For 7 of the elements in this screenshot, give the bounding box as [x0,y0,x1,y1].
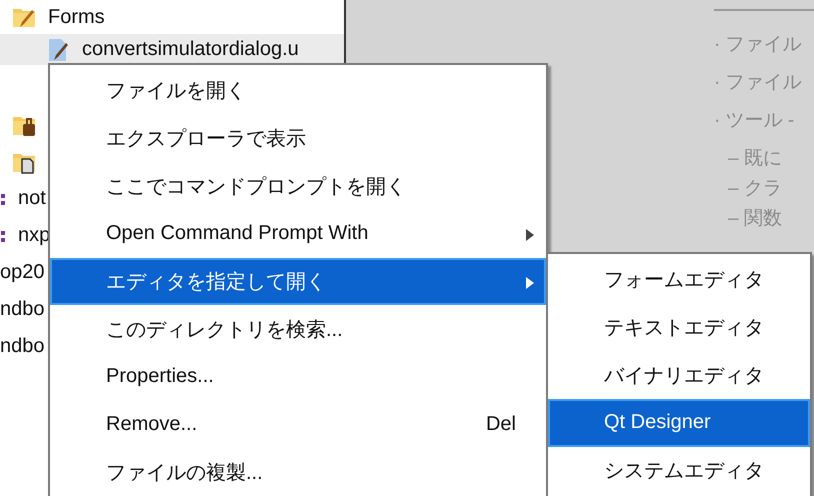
document-line: · ファイル [714,33,803,57]
document-line: – 関数 [727,207,783,231]
document-line: – 既に [727,147,783,171]
document-line: – クラ [727,177,783,201]
document-line: · ファイル [714,71,803,95]
document-line: · ツール - [714,109,796,133]
shortcut-label: Del [486,413,516,436]
